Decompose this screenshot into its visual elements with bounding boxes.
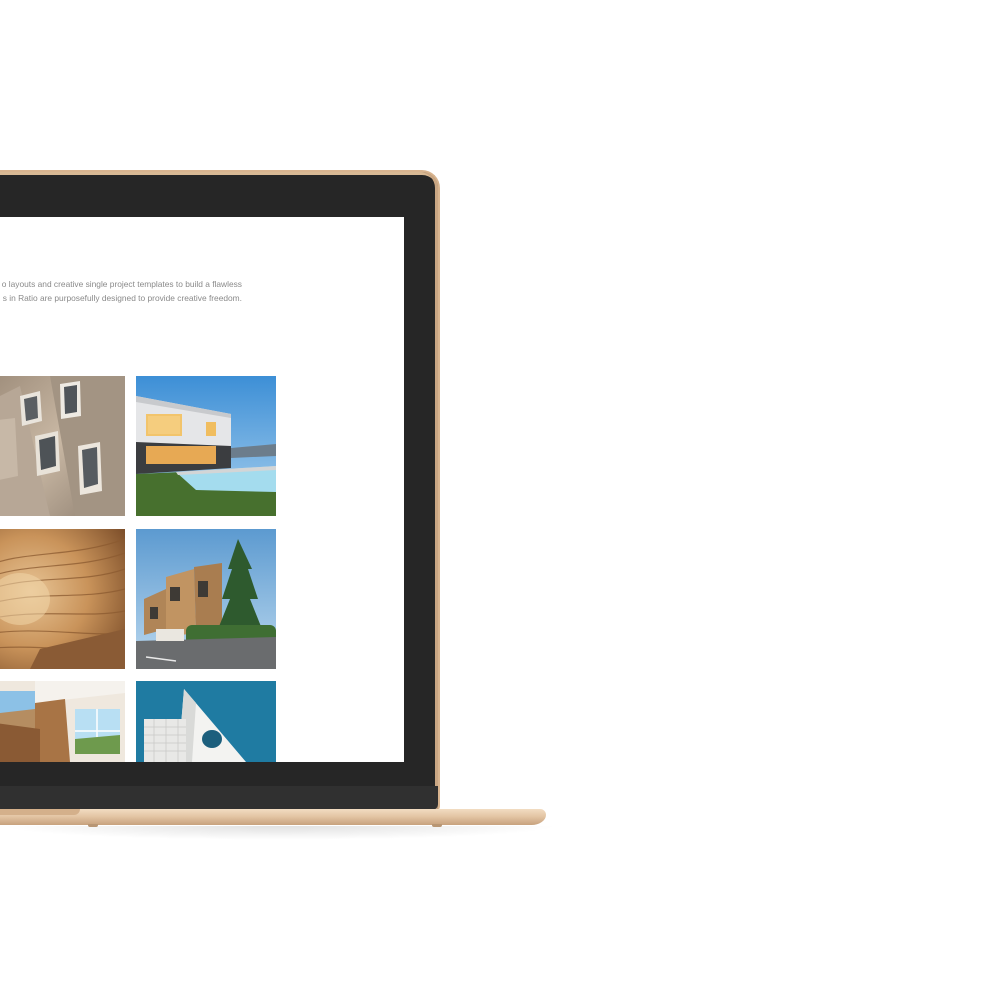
white-tower-blue-sky-photo[interactable] xyxy=(136,681,276,762)
laptop-shadow xyxy=(0,826,560,840)
laptop-bottom-bezel xyxy=(0,786,438,810)
intro-text-line: o layouts and creative single project te… xyxy=(1,279,242,289)
wood-houses-tree-photo[interactable] xyxy=(136,529,276,669)
wood-interior-windows-photo[interactable] xyxy=(0,681,125,762)
product-mockup: o layouts and creative single project te… xyxy=(0,0,1000,1000)
facade-windows-photo[interactable] xyxy=(0,376,125,516)
laptop-screen: o layouts and creative single project te… xyxy=(0,217,404,762)
modern-villa-pool-photo[interactable] xyxy=(136,376,276,516)
laptop-foot xyxy=(432,824,442,827)
laptop-foot xyxy=(88,824,98,827)
wooden-vault-interior-photo[interactable] xyxy=(0,529,125,669)
laptop-base xyxy=(0,809,546,825)
intro-text-line: s in Ratio are purposefully designed to … xyxy=(2,293,242,303)
laptop-hinge-notch xyxy=(0,809,80,815)
intro-text: o layouts and creative single project te… xyxy=(0,277,242,305)
